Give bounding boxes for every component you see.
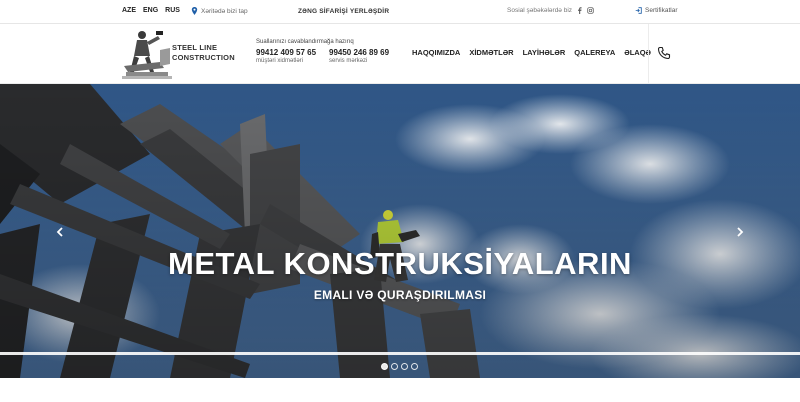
find-us-link[interactable]: Xəritədə bizi tap bbox=[191, 7, 248, 15]
lang-eng[interactable]: ENG bbox=[143, 7, 158, 14]
phone-service-center[interactable]: 99450 246 89 69 bbox=[329, 48, 389, 57]
main-header: STEEL LINE CONSTRUCTION Suallarınızı cav… bbox=[0, 24, 800, 84]
main-nav: HAQQIMIZDA XİDMƏTLƏR LAYİHƏLƏR QALEREYA … bbox=[412, 48, 651, 57]
order-call-link[interactable]: ZƏNG SİFARİŞİ YERLƏŞDİR bbox=[298, 8, 389, 15]
brand-line-1: STEEL LINE bbox=[172, 43, 218, 52]
brand-name[interactable]: STEEL LINE CONSTRUCTION bbox=[172, 43, 235, 62]
slider-progress-bar bbox=[0, 352, 800, 355]
slider-dot-3[interactable] bbox=[401, 363, 408, 370]
hero-background-image bbox=[0, 84, 800, 378]
certificates-label: Sertifikatlar bbox=[645, 7, 678, 14]
instagram-icon[interactable] bbox=[587, 7, 594, 14]
brand-line-2: CONSTRUCTION bbox=[172, 52, 235, 62]
phone-customer-service-label: müştəri xidmətləri bbox=[256, 58, 304, 64]
hero-slider: METAL KONSTRUKSİYALARIN EMALI VƏ QURAŞDI… bbox=[0, 84, 800, 378]
facebook-icon[interactable] bbox=[576, 7, 583, 14]
company-logo[interactable] bbox=[120, 28, 175, 80]
top-bar: AZE ENG RUS Xəritədə bizi tap ZƏNG SİFAR… bbox=[0, 0, 800, 24]
phone-service-center-label: servis mərkəzi bbox=[329, 58, 368, 64]
slider-pagination bbox=[381, 363, 418, 370]
nav-item-contact[interactable]: ƏLAQƏ bbox=[624, 48, 651, 57]
contact-heading: Suallarınızı cavablandırmağa hazırıq bbox=[256, 39, 354, 45]
nav-item-projects[interactable]: LAYİHƏLƏR bbox=[523, 48, 566, 57]
slider-progress-fill bbox=[0, 352, 800, 355]
certificates-link[interactable]: Sertifikatlar bbox=[635, 7, 678, 14]
lang-rus[interactable]: RUS bbox=[165, 7, 180, 14]
slider-dot-2[interactable] bbox=[391, 363, 398, 370]
nav-divider bbox=[648, 24, 649, 84]
chevron-left-icon[interactable] bbox=[54, 226, 66, 238]
nav-item-about[interactable]: HAQQIMIZDA bbox=[412, 48, 460, 57]
phone-icon[interactable] bbox=[657, 46, 671, 60]
phone-customer-service[interactable]: 99412 409 57 65 bbox=[256, 48, 316, 57]
hero-title: METAL KONSTRUKSİYALARIN bbox=[168, 246, 632, 281]
slider-dot-1[interactable] bbox=[381, 363, 388, 370]
lang-aze[interactable]: AZE bbox=[122, 7, 136, 14]
find-us-label: Xəritədə bizi tap bbox=[201, 7, 248, 15]
social-label: Sosial şəbəkələrdə biz bbox=[507, 7, 573, 14]
below-hero bbox=[0, 378, 800, 402]
language-switcher: AZE ENG RUS bbox=[122, 7, 180, 14]
map-pin-icon bbox=[191, 7, 198, 15]
hero-subtitle: EMALI VƏ QURAŞDIRILMASI bbox=[313, 288, 487, 302]
nav-item-gallery[interactable]: QALEREYA bbox=[574, 48, 615, 57]
nav-item-services[interactable]: XİDMƏTLƏR bbox=[469, 48, 513, 57]
chevron-right-icon[interactable] bbox=[734, 226, 746, 238]
slider-dot-4[interactable] bbox=[411, 363, 418, 370]
login-icon bbox=[635, 7, 642, 14]
social-links: Sosial şəbəkələrdə biz bbox=[507, 7, 594, 14]
